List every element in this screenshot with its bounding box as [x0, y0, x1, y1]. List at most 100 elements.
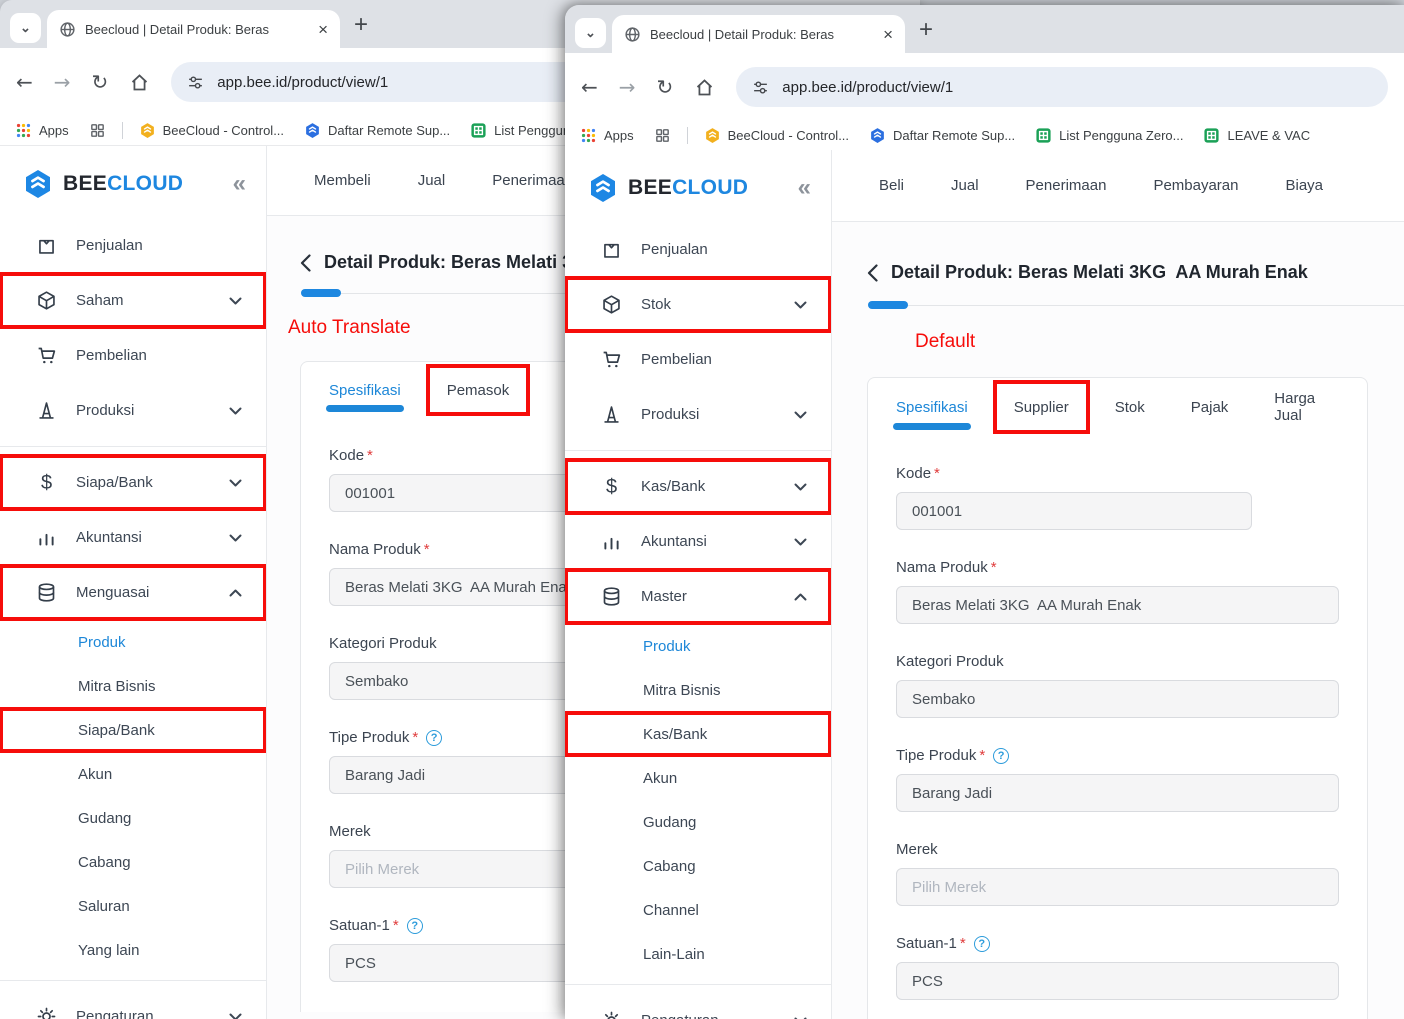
tab-close-icon[interactable]: × [883, 26, 893, 43]
nama-produk-input[interactable] [896, 586, 1339, 624]
forward-button[interactable]: → [619, 77, 636, 97]
bookmark-grid-folder[interactable] [654, 127, 671, 144]
home-button[interactable] [129, 72, 150, 93]
sidebar-item-siapa-bank[interactable]: $Siapa/Bank [0, 455, 266, 510]
nav-beli[interactable]: Beli [879, 177, 904, 194]
back-button[interactable]: ← [581, 77, 598, 97]
tab-search-chevron-button[interactable]: ⌄ [575, 18, 606, 48]
bookmark-daftar-remote[interactable]: Daftar Remote Sup... [304, 122, 450, 139]
sidebar-item-pembelian[interactable]: Pembelian [0, 328, 266, 383]
back-button[interactable]: ← [16, 72, 33, 92]
sidebar-collapse-icon[interactable]: « [233, 172, 246, 196]
sidebar-subitem-produk[interactable]: Produk [565, 624, 831, 668]
sidebar-subitem-gudang[interactable]: Gudang [565, 800, 831, 844]
back-chevron-icon[interactable] [300, 254, 311, 272]
sidebar-subitem-lain-lain[interactable]: Lain-Lain [565, 932, 831, 976]
sidebar-divider [0, 446, 266, 447]
sidebar-item-saham[interactable]: Saham [0, 273, 266, 328]
sidebar-subitem-kas-bank[interactable]: Kas/Bank [565, 712, 831, 756]
new-tab-button[interactable]: + [354, 11, 368, 39]
sidebar-item-label: Stok [641, 296, 671, 313]
tipe-produk-input[interactable] [896, 774, 1339, 812]
sidebar-item-stok[interactable]: Stok [565, 277, 831, 332]
nav-jual[interactable]: Jual [951, 177, 979, 194]
sidebar-item-penjualan[interactable]: Penjualan [0, 218, 266, 273]
tab-close-icon[interactable]: × [318, 21, 328, 38]
bookmark-label: Apps [604, 128, 634, 143]
help-icon[interactable]: ? [993, 748, 1009, 764]
nav-jual[interactable]: Jual [418, 172, 446, 189]
satuan-input[interactable] [896, 962, 1339, 1000]
sidebar-subitem-produk[interactable]: Produk [0, 620, 266, 664]
browser-tab[interactable]: Beecloud | Detail Produk: Beras × [612, 15, 905, 53]
bookmark-daftar-remote[interactable]: Daftar Remote Sup... [869, 127, 1015, 144]
kategori-input[interactable] [896, 680, 1339, 718]
reload-button[interactable]: ↻ [657, 77, 674, 97]
sidebar-subitem-akun[interactable]: Akun [565, 756, 831, 800]
sidebar-item-produksi[interactable]: Produksi [565, 387, 831, 442]
tab-harga-jual[interactable]: Harga Jual [1251, 378, 1367, 436]
site-settings-icon[interactable] [187, 74, 204, 91]
chevron-down-icon [229, 407, 242, 415]
sidebar-item-pengaturan[interactable]: Pengaturan [565, 993, 831, 1019]
help-icon[interactable]: ? [974, 936, 990, 952]
bookmark-leave[interactable]: LEAVE & VAC [1203, 127, 1310, 144]
address-bar[interactable]: app.bee.id/product/view/1 [736, 67, 1388, 107]
sidebar-item-akuntansi[interactable]: Akuntansi [565, 514, 831, 569]
sidebar-subitem-cabang[interactable]: Cabang [0, 840, 266, 884]
sidebar-subitem-saluran[interactable]: Saluran [0, 884, 266, 928]
site-settings-icon[interactable] [752, 79, 769, 96]
sidebar-item-menguasai[interactable]: Menguasai [0, 565, 266, 620]
required-asterisk: * [991, 559, 997, 576]
sidebar-subitem-siapa-bank[interactable]: Siapa/Bank [0, 708, 266, 752]
sidebar-item-kas-bank[interactable]: $Kas/Bank [565, 459, 831, 514]
nav-biaya[interactable]: Biaya [1286, 177, 1324, 194]
back-chevron-icon[interactable] [867, 264, 878, 282]
sidebar-subitem-mitra-bisnis[interactable]: Mitra Bisnis [565, 668, 831, 712]
derrick-icon [601, 404, 622, 425]
sidebar-item-akuntansi[interactable]: Akuntansi [0, 510, 266, 565]
forward-button[interactable]: → [54, 72, 71, 92]
bookmark-grid-folder[interactable] [89, 122, 106, 139]
nav-penerimaan[interactable]: Penerimaan [492, 172, 573, 189]
reload-button[interactable]: ↻ [92, 72, 109, 92]
kode-input[interactable] [896, 492, 1252, 530]
sidebar-subitem-cabang[interactable]: Cabang [565, 844, 831, 888]
home-button[interactable] [694, 77, 715, 98]
bookmark-list-pengguna[interactable]: List Pengguna Zero... [1035, 127, 1183, 144]
sidebar-subitem-channel[interactable]: Channel [565, 888, 831, 932]
help-icon[interactable]: ? [407, 918, 423, 934]
bookmark-beecloud[interactable]: BeeCloud - Control... [704, 127, 849, 144]
nav-pembayaran[interactable]: Pembayaran [1153, 177, 1238, 194]
browser-tab[interactable]: Beecloud | Detail Produk: Beras × [47, 10, 340, 48]
tab-supplier[interactable]: Supplier [991, 378, 1092, 436]
chevron-up-icon [794, 593, 807, 601]
tab-stok[interactable]: Stok [1092, 378, 1168, 436]
tab-spesifikasi[interactable]: Spesifikasi [873, 378, 991, 436]
sidebar-item-master[interactable]: Master [565, 569, 831, 624]
sidebar-item-penjualan[interactable]: Penjualan [565, 222, 831, 277]
sidebar-subitem-gudang[interactable]: Gudang [0, 796, 266, 840]
help-icon[interactable]: ? [426, 730, 442, 746]
sidebar-subitem-yang-lain[interactable]: Yang lain [0, 928, 266, 972]
tab-search-chevron-button[interactable]: ⌄ [10, 13, 41, 43]
sidebar-item-pengaturan[interactable]: Pengaturan [0, 989, 266, 1019]
field-label-tipe: Tipe Produk*? [896, 747, 1339, 764]
tab-pajak[interactable]: Pajak [1168, 378, 1252, 436]
nav-penerimaan[interactable]: Penerimaan [1026, 177, 1107, 194]
merek-input[interactable] [896, 868, 1339, 906]
sidebar-subitem-mitra-bisnis[interactable]: Mitra Bisnis [0, 664, 266, 708]
new-tab-button[interactable]: + [919, 16, 933, 44]
bookmark-beecloud[interactable]: BeeCloud - Control... [139, 122, 284, 139]
tab-title: Beecloud | Detail Produk: Beras [650, 27, 874, 42]
tab-spesifikasi[interactable]: Spesifikasi [306, 362, 424, 418]
tab-pemasok[interactable]: Pemasok [424, 362, 533, 418]
sidebar-item-pembelian[interactable]: Pembelian [565, 332, 831, 387]
bookmark-apps[interactable]: Apps [15, 122, 69, 139]
sidebar-collapse-icon[interactable]: « [798, 176, 811, 200]
sidebar-subitem-akun[interactable]: Akun [0, 752, 266, 796]
nav-membeli[interactable]: Membeli [314, 172, 371, 189]
sidebar-item-produksi[interactable]: Produksi [0, 383, 266, 438]
bookmark-apps[interactable]: Apps [580, 127, 634, 144]
beecloud-app: BEECLOUD « Penjualan Stok Pembelian Prod… [565, 150, 1404, 1019]
